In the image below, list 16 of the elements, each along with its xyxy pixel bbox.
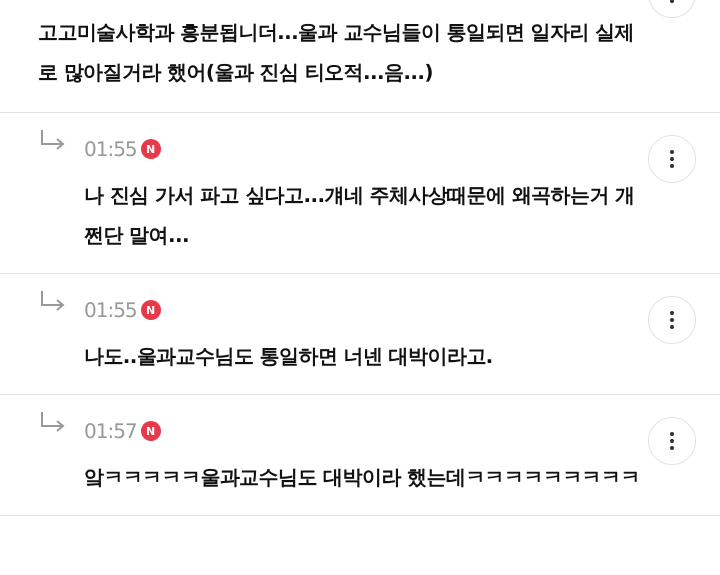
new-badge: N [140, 139, 161, 159]
reply-time: 01:55 [84, 298, 137, 322]
reply-time: 01:55 [84, 137, 137, 161]
more-button[interactable] [648, 417, 696, 465]
new-badge: N [140, 421, 161, 441]
more-icon [670, 150, 674, 168]
more-button[interactable] [648, 296, 696, 344]
reply-text: 나도..울과교수님도 통일하면 너넨 대박이라고. [84, 343, 494, 370]
reply-text: 앜ㅋㅋㅋㅋㅋ울과교수님도 대박이라 했는데ㅋㅋㅋㅋㅋㅋㅋㅋㅋ [84, 464, 641, 491]
more-icon [670, 311, 674, 329]
reply-text: 나 진심 가서 파고 싶다고...걔네 주체사상때문에 왜곡하는거 개쩐단 말여... [84, 182, 636, 249]
more-button[interactable] [648, 135, 696, 183]
comment-text: 고고미술사학과 흥분됩니더...울과 교수님들이 통일되면 일자리 실제로 많아질거라 했어(울과 진심 티오적...음...) [38, 19, 636, 86]
reply-time: 01:57 [84, 419, 137, 443]
new-badge: N [140, 300, 161, 320]
more-icon [670, 432, 674, 450]
